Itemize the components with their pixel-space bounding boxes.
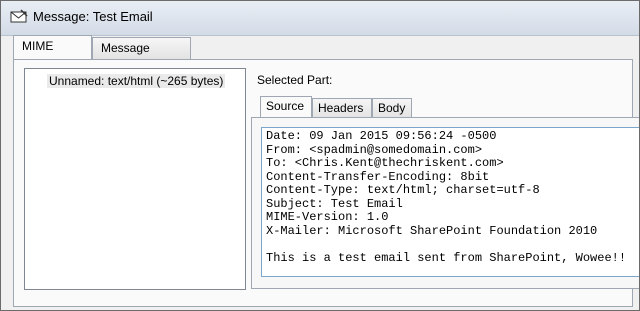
source-textbox[interactable]: Date: 09 Jan 2015 09:56:24 -0500 From: <s…	[261, 127, 639, 277]
mime-parts-panel: Unnamed: text/html (~265 bytes) Selected…	[13, 59, 639, 307]
source-line: MIME-Version: 1.0	[266, 210, 389, 224]
selected-part-label: Selected Part:	[257, 73, 333, 87]
list-item[interactable]: Unnamed: text/html (~265 bytes)	[47, 74, 226, 88]
source-line: Date: 09 Jan 2015 09:56:24 -0500	[266, 129, 497, 143]
source-line: From: <spadmin@somedomain.com>	[266, 142, 483, 157]
email-icon	[10, 9, 28, 25]
tab-message-source[interactable]: Message Source	[92, 37, 191, 75]
source-line	[266, 238, 639, 252]
source-line: X-Mailer: Microsoft SharePoint Foundatio…	[266, 223, 598, 238]
source-panel: Date: 09 Jan 2015 09:56:24 -0500 From: <s…	[251, 117, 639, 289]
message-window: Message: Test Email MIME Parts Message S…	[0, 0, 640, 311]
source-line: This is a test email sent from SharePoin…	[266, 250, 627, 265]
tab-headers[interactable]: Headers	[312, 98, 372, 118]
window-title: Message: Test Email	[33, 9, 153, 24]
tab-source[interactable]: Source	[260, 96, 312, 118]
tab-mime-parts[interactable]: MIME Parts	[13, 35, 92, 73]
source-line: Subject: Test Email	[266, 196, 403, 211]
parts-list[interactable]: Unnamed: text/html (~265 bytes)	[24, 68, 246, 290]
title-bar[interactable]: Message: Test Email	[1, 1, 639, 36]
source-line: Content-Type: text/html; charset=utf-8	[266, 183, 540, 197]
source-line: Content-Transfer-Encoding: 8bit	[266, 169, 490, 184]
source-line: To: <Chris.Kent@thechriskent.com>	[266, 156, 504, 170]
tab-body[interactable]: Body	[372, 98, 412, 118]
